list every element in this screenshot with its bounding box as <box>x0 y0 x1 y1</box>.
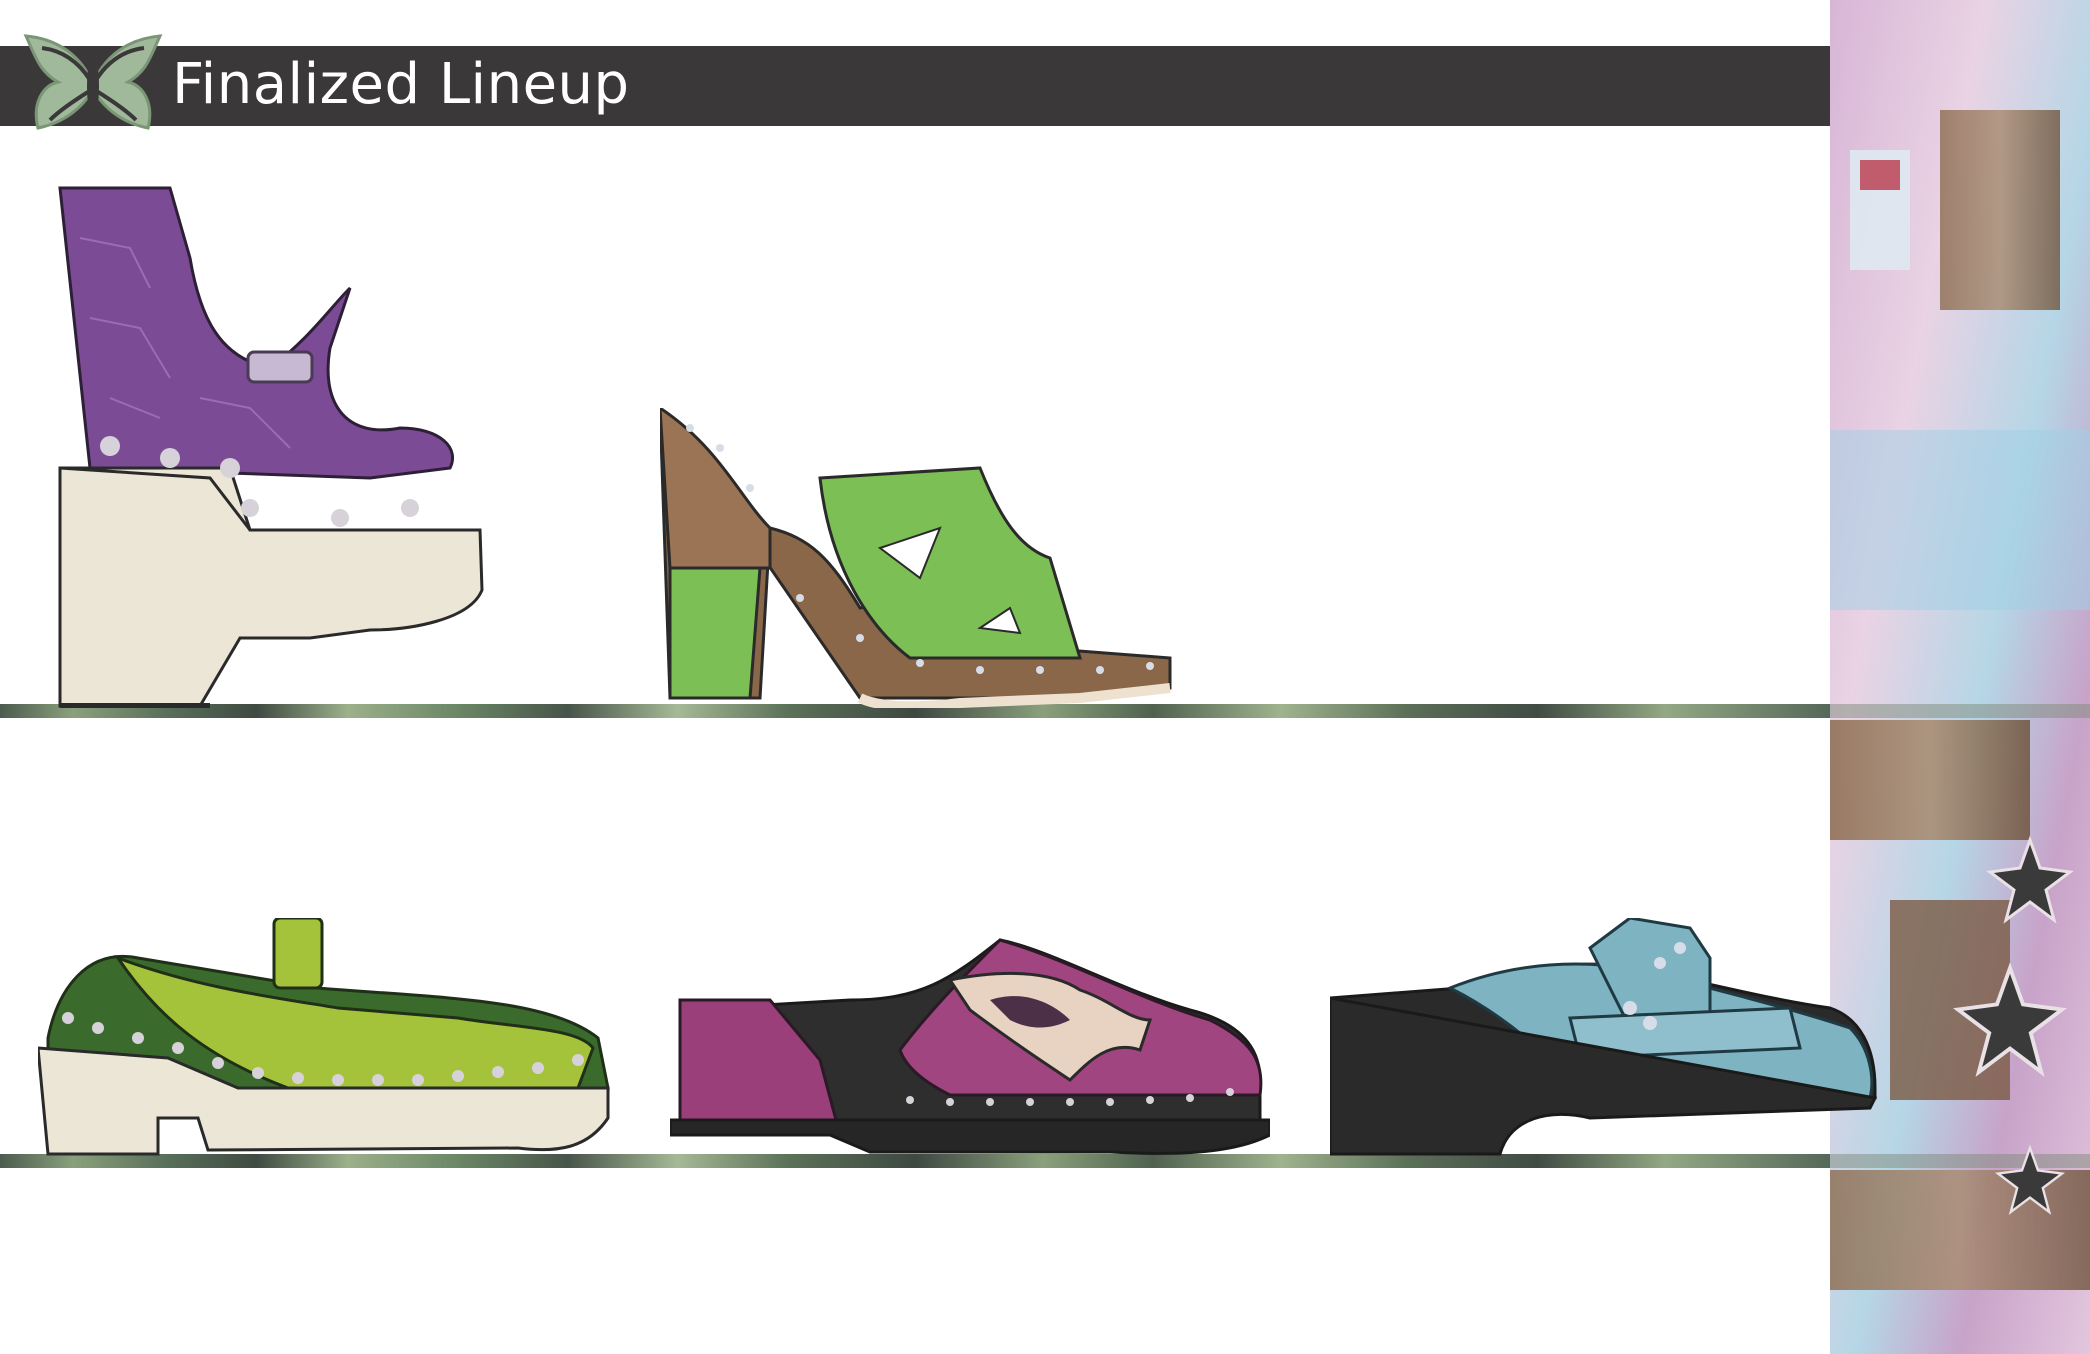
page-title: Finalized Lineup <box>172 52 630 117</box>
butterfly-logo-icon <box>23 34 163 130</box>
shoe-magenta-butterfly-clog <box>670 938 1270 1155</box>
shoe-lime-croc-mary-jane <box>38 918 610 1156</box>
shoe-blue-croc-loafer-clog <box>1330 918 1878 1156</box>
shoe-purple-croc-platform-boot <box>58 186 484 708</box>
shoe-green-wood-platform-mule <box>660 408 1172 708</box>
